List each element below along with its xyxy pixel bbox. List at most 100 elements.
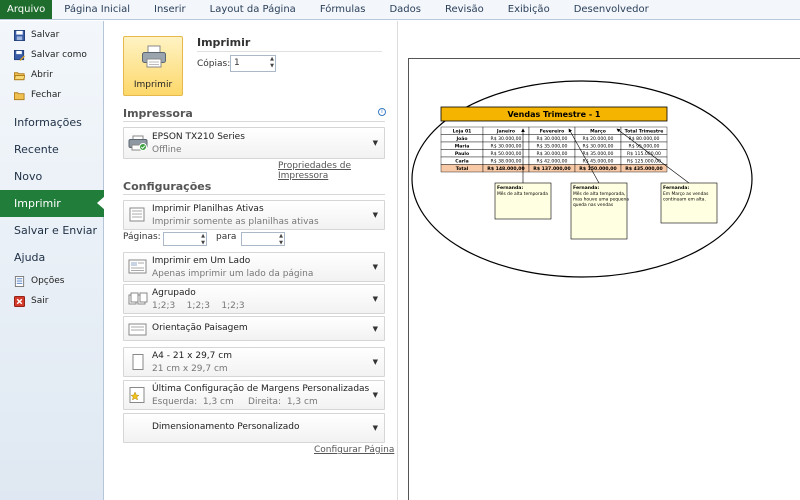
- cell-value: R$ 38.000,00: [491, 159, 522, 165]
- total-value: R$ 148.000,00: [487, 166, 524, 172]
- total-value: R$ 137.000,00: [533, 166, 570, 172]
- scaling-label: Dimensionamento Personalizado: [152, 422, 300, 432]
- cell-value: R$ 95.000,00: [629, 144, 660, 150]
- save-icon: [14, 29, 25, 41]
- settings-section-title: Configurações: [123, 180, 212, 193]
- collate-dropdown[interactable]: Agrupado 1;2;3 1;2;3 1;2;3 ▼: [123, 284, 385, 314]
- sheets-icon: [129, 207, 145, 222]
- tab-dados[interactable]: Dados: [377, 0, 433, 19]
- chevron-down-icon: ▼: [372, 139, 378, 147]
- cell-value: Carla: [455, 159, 468, 165]
- nav-info[interactable]: Informações: [0, 109, 103, 136]
- pages-to-input[interactable]: ▲ ▼: [241, 232, 285, 246]
- print-button[interactable]: Imprimir: [123, 36, 183, 96]
- comment-text: Em Março as vendas: [663, 191, 709, 197]
- options-icon: [14, 275, 25, 287]
- tab-exibicao[interactable]: Exibição: [496, 0, 562, 19]
- printer-device-icon: [128, 135, 148, 151]
- printer-divider: [123, 121, 385, 122]
- nav-options[interactable]: Opções: [0, 271, 103, 291]
- copies-spinner[interactable]: ▲ ▼: [270, 56, 274, 70]
- page-setup-link[interactable]: Configurar Página: [314, 445, 394, 455]
- tab-inserir[interactable]: Inserir: [142, 0, 198, 19]
- scaling-dropdown[interactable]: Dimensionamento Personalizado ▼: [123, 413, 385, 443]
- pages-from-input[interactable]: ▲ ▼: [163, 232, 207, 246]
- cell-value: R$ 30.000,00: [583, 144, 614, 150]
- comment-text: Mês de alta temporada: [497, 190, 548, 197]
- print-settings-panel: Imprimir Imprimir Cópias: 1 ▲ ▼ Impressor…: [105, 21, 396, 500]
- nav-close[interactable]: Fechar: [0, 85, 103, 105]
- nav-save-as[interactable]: Salvar como: [0, 45, 103, 65]
- paper-size-sub: 21 cm x 29,7 cm: [152, 364, 228, 374]
- pages-from-spinner[interactable]: ▲ ▼: [201, 233, 205, 247]
- info-icon[interactable]: i: [378, 108, 386, 116]
- copies-input[interactable]: 1 ▲ ▼: [230, 55, 276, 72]
- orientation-dropdown[interactable]: Orientação Paisagem ▼: [123, 316, 385, 341]
- comment-author: Fernanda:: [497, 185, 523, 191]
- cell-value: R$ 20.000,00: [583, 136, 614, 142]
- pages-to-label: para: [216, 232, 237, 242]
- column-header: Fevereiro: [540, 129, 565, 135]
- tab-pagina-inicial[interactable]: Página Inicial: [52, 0, 142, 19]
- cell-value: R$ 30.000,00: [537, 151, 568, 157]
- cell-value: R$ 125.000,00: [627, 159, 661, 165]
- chevron-down-icon: ▼: [372, 211, 378, 219]
- print-divider: [197, 51, 382, 52]
- exit-icon: [14, 295, 25, 307]
- cell-value: R$ 42.000,00: [537, 159, 568, 165]
- nav-exit[interactable]: Sair: [0, 291, 103, 311]
- print-sides-dropdown[interactable]: Imprimir em Um Lado Apenas imprimir um l…: [123, 252, 385, 282]
- chevron-down-icon: ▼: [372, 358, 378, 366]
- printer-name: EPSON TX210 Series: [152, 132, 245, 142]
- print-sides-main: Imprimir em Um Lado: [152, 256, 251, 266]
- cell-value: R$ 35.000,00: [537, 144, 568, 150]
- nav-close-label: Fechar: [31, 90, 62, 100]
- printer-icon: [142, 45, 166, 68]
- print-scope-dropdown[interactable]: Imprimir Planilhas Ativas Imprimir somen…: [123, 200, 385, 230]
- printer-properties-link[interactable]: Propriedades de Impressora: [278, 161, 396, 181]
- margins-dropdown[interactable]: Última Configuração de Margens Personali…: [123, 380, 385, 410]
- nav-new[interactable]: Novo: [0, 163, 103, 190]
- nav-save-label: Salvar: [31, 30, 60, 40]
- tab-revisao[interactable]: Revisão: [433, 0, 496, 19]
- nav-help[interactable]: Ajuda: [0, 244, 103, 271]
- print-scope-sub: Imprimir somente as planilhas ativas: [152, 217, 319, 227]
- nav-save-send[interactable]: Salvar e Enviar: [0, 217, 103, 244]
- cell-value: R$ 35.000,00: [583, 151, 614, 157]
- nav-save-as-label: Salvar como: [31, 50, 87, 60]
- close-folder-icon: [14, 91, 25, 100]
- save-as-icon: [14, 49, 25, 61]
- margins-icon: [129, 387, 145, 403]
- cell-value: R$ 115.000,00: [627, 151, 661, 157]
- open-folder-icon: [14, 71, 25, 80]
- pages-to-spinner[interactable]: ▲ ▼: [279, 233, 283, 247]
- print-button-label: Imprimir: [133, 80, 173, 90]
- printer-dropdown[interactable]: EPSON TX210 Series Offline ▼: [123, 127, 385, 159]
- backstage-nav: Salvar Salvar como Abrir Fechar Informaç…: [0, 21, 105, 500]
- tab-layout-pagina[interactable]: Layout da Página: [198, 0, 308, 19]
- landscape-icon: [128, 323, 147, 335]
- nav-open[interactable]: Abrir: [0, 65, 103, 85]
- copies-label: Cópias:: [197, 59, 231, 69]
- tab-desenvolvedor[interactable]: Desenvolvedor: [562, 0, 661, 19]
- nav-print[interactable]: Imprimir: [0, 190, 105, 217]
- paper-size-dropdown[interactable]: A4 - 21 x 29,7 cm 21 cm x 29,7 cm ▼: [123, 347, 385, 377]
- print-sides-sub: Apenas imprimir um lado da página: [152, 269, 314, 279]
- cell-value: Paulo: [455, 151, 469, 157]
- total-value: Total: [456, 166, 469, 172]
- nav-save[interactable]: Salvar: [0, 25, 103, 45]
- nav-recent[interactable]: Recente: [0, 136, 103, 163]
- tab-formulas[interactable]: Fórmulas: [308, 0, 378, 19]
- chevron-down-icon: ▼: [372, 263, 378, 271]
- tab-arquivo[interactable]: Arquivo: [0, 0, 53, 19]
- print-scope-main: Imprimir Planilhas Ativas: [152, 204, 264, 214]
- margins-main: Última Configuração de Margens Personali…: [152, 384, 370, 394]
- copies-value: 1: [234, 58, 240, 68]
- pages-label: Páginas:: [123, 232, 161, 242]
- print-title: Imprimir: [197, 36, 251, 49]
- margins-sub: Esquerda: 1,3 cm Direita: 1,3 cm: [152, 397, 318, 407]
- cell-value: Maria: [455, 144, 470, 150]
- total-value: R$ 435.000,00: [625, 166, 662, 172]
- settings-divider: [123, 194, 385, 195]
- sales-table: Vendas Trimestre - 1 Loja 01 Janeiro Fevere…: [440, 106, 718, 240]
